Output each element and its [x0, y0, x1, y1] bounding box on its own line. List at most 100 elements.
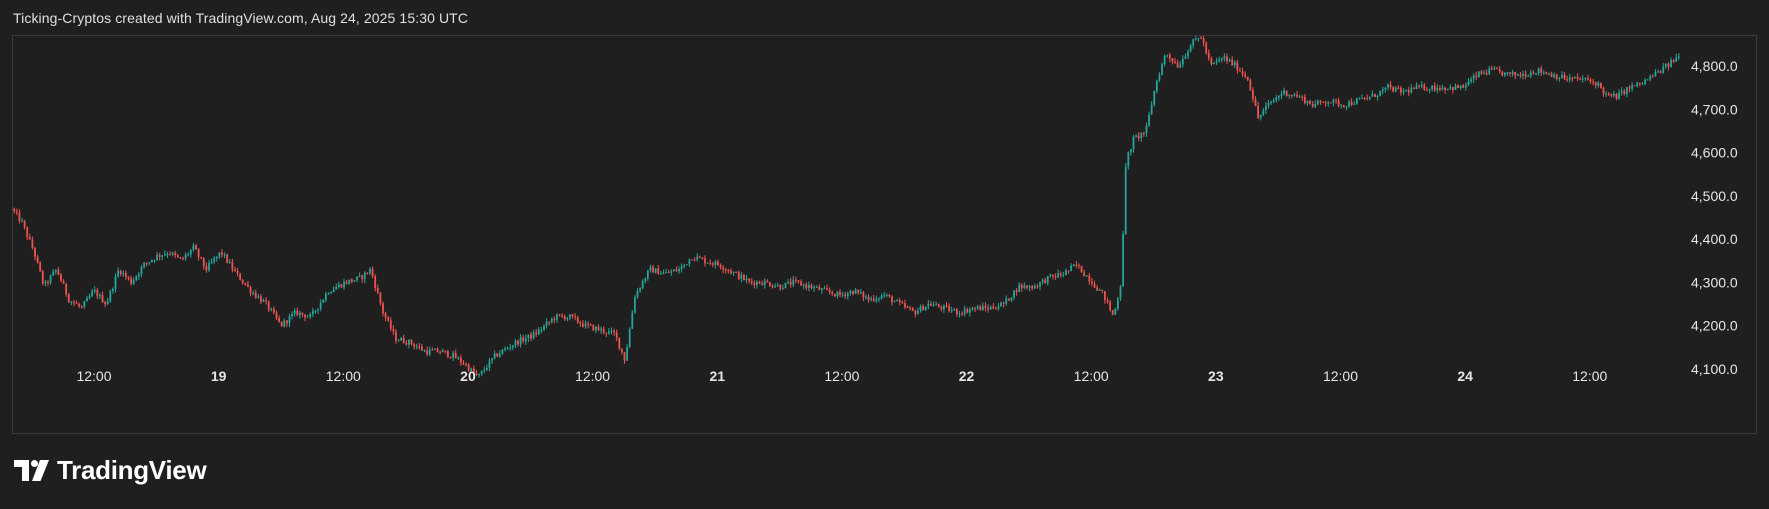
candle-body: [784, 282, 787, 289]
candle-body: [65, 283, 68, 295]
candle-body: [1519, 74, 1522, 77]
candle-body: [1114, 308, 1117, 315]
candle-body: [1516, 74, 1519, 76]
candle-body: [675, 269, 678, 272]
candle-body: [392, 328, 395, 332]
candle-body: [626, 347, 628, 361]
candle-body: [140, 266, 143, 275]
candle-body: [254, 292, 257, 298]
candle-body: [919, 306, 922, 312]
candle-body: [1472, 75, 1475, 80]
candle-body: [1010, 297, 1013, 301]
candle-body: [1270, 102, 1273, 104]
candle-body: [1316, 100, 1319, 104]
candle-body: [584, 323, 587, 327]
candlestick-chart[interactable]: 4,100.0 4,200.0 4,300.0 4,400.0 4,500.0 4,600…: [13, 36, 1758, 435]
candle-body: [527, 334, 530, 339]
candle-body: [459, 357, 462, 363]
candle-body: [182, 258, 184, 260]
candle-body: [1542, 72, 1545, 74]
candle-body: [402, 338, 405, 344]
candle-body: [1150, 104, 1153, 115]
candle-body: [67, 294, 70, 303]
candle-body: [563, 316, 566, 320]
candle-body: [1044, 279, 1047, 283]
candle-body: [1667, 63, 1670, 67]
candle-body: [309, 314, 312, 317]
candle-body: [1353, 103, 1356, 105]
candle-body: [137, 274, 140, 277]
candle-body: [143, 262, 145, 267]
candle-body: [1275, 97, 1278, 101]
candle-body: [28, 236, 31, 240]
candle-body: [971, 308, 974, 310]
y-tick-label: 4,400.0: [1691, 231, 1738, 247]
candle-body: [994, 308, 997, 310]
candle-body: [1602, 87, 1605, 94]
y-tick-label: 4,200.0: [1691, 318, 1738, 334]
candle-body: [244, 282, 247, 285]
candle-body: [870, 298, 873, 300]
candle-body: [709, 262, 712, 264]
candle-body: [654, 268, 657, 273]
candle-body: [955, 309, 958, 315]
candle-body: [745, 278, 748, 281]
candle-body: [1638, 82, 1641, 84]
candle-body: [1200, 37, 1202, 39]
time-axis[interactable]: 12:00 19 12:00 20 12:00 21 12:00 22 12:00 23 12:00…: [76, 368, 1607, 384]
candle-body: [101, 294, 104, 303]
candle-body: [706, 262, 709, 264]
candle-body: [1202, 37, 1205, 44]
candle-body: [335, 287, 338, 290]
candle-body: [1483, 72, 1485, 74]
candle-body: [1498, 68, 1501, 72]
brand-logo[interactable]: TradingView: [14, 455, 207, 486]
candle-body: [1376, 95, 1379, 97]
candle-body: [1579, 78, 1582, 80]
candle-body: [49, 275, 52, 283]
candle-body: [234, 269, 236, 271]
chart-frame[interactable]: 4,100.0 4,200.0 4,300.0 4,400.0 4,500.0 4,600…: [12, 35, 1757, 434]
candle-body: [439, 352, 442, 354]
price-axis[interactable]: 4,100.0 4,200.0 4,300.0 4,400.0 4,500.0 4,600…: [1691, 58, 1738, 377]
candle-body: [273, 309, 275, 313]
candle-body: [1283, 90, 1285, 95]
candle-body: [906, 306, 909, 308]
candle-body: [1379, 90, 1382, 96]
candle-body: [1644, 80, 1646, 84]
candle-body: [1433, 85, 1436, 91]
candle-body: [1366, 98, 1369, 100]
candle-body: [732, 272, 735, 274]
candle-body: [1023, 285, 1026, 289]
candle-body: [260, 296, 262, 302]
candle-body: [1371, 94, 1374, 97]
candle-body: [1122, 233, 1124, 287]
candle-body: [405, 343, 408, 345]
candle-body: [1101, 289, 1104, 292]
candle-body: [130, 278, 132, 284]
candle-body: [1454, 85, 1457, 91]
candle-body: [758, 281, 761, 284]
x-tick-label: 19: [211, 368, 227, 384]
candle-body: [893, 301, 896, 303]
candle-body: [1426, 89, 1428, 91]
candle-body: [1600, 82, 1602, 88]
candle-body: [418, 346, 421, 348]
candle-body: [104, 302, 107, 305]
candle-body: [553, 318, 556, 320]
candle-body: [514, 340, 517, 346]
candle-body: [1140, 132, 1143, 139]
candle-body: [602, 328, 605, 333]
candle-body: [1415, 85, 1418, 90]
candle-body: [769, 282, 771, 287]
candle-body: [532, 332, 535, 339]
candle-body: [163, 254, 166, 256]
candle-body: [1400, 87, 1402, 93]
candle-body: [849, 291, 852, 294]
candle-body: [789, 281, 792, 285]
candle-body: [802, 284, 805, 286]
candle-body: [301, 312, 304, 315]
candle-body: [917, 311, 919, 315]
candle-body: [332, 289, 335, 292]
candle-body: [1288, 95, 1291, 97]
